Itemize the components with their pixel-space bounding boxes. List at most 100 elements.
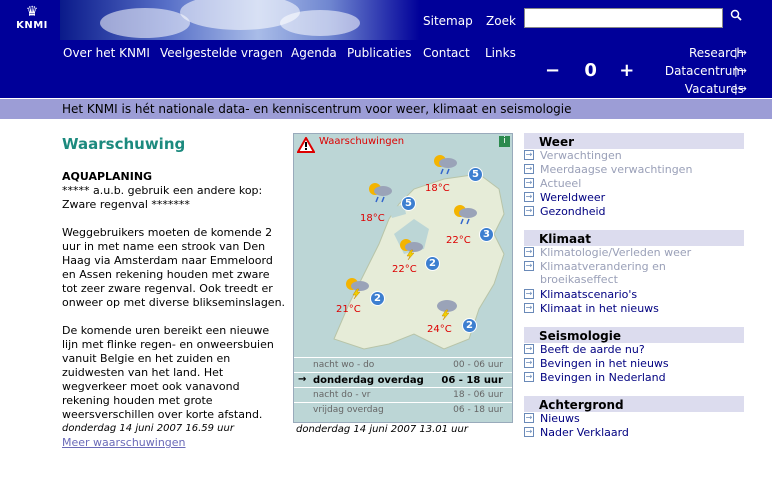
station-temp: 18°C	[360, 213, 385, 224]
warning-level-badge: 5	[468, 167, 483, 182]
header-sky-banner	[60, 0, 420, 40]
zoek-link[interactable]: Zoek	[486, 14, 516, 28]
selected-arrow-icon: →	[298, 374, 307, 385]
nav-veelgestelde-vragen[interactable]: Veelgestelde vragen	[160, 46, 283, 60]
arrow-box-icon: →	[524, 247, 534, 257]
zoom-in-button[interactable]: +	[619, 60, 634, 81]
station-temp: 22°C	[446, 235, 471, 246]
nav-contact[interactable]: Contact	[423, 46, 470, 60]
arrow-box-icon: →	[524, 344, 534, 354]
arrow-right-icon: |→	[734, 82, 747, 95]
nav-publicaties[interactable]: Publicaties	[347, 46, 412, 60]
arrow-right-icon: |→	[734, 46, 747, 59]
warning-article: Waarschuwing AQUAPLANING ***** a.u.b. ge…	[62, 135, 287, 449]
section-weer: Weer → Verwachtingen → Meerdaagse verwacht…	[524, 133, 744, 219]
warning-paragraph-1: Weggebruikers moeten de komende 2 uur in…	[62, 226, 286, 309]
period-day: donderdag overdag	[313, 375, 424, 386]
map-date: donderdag 14 juni 2007 13.01 uur	[296, 424, 468, 435]
section-title: Klimaat	[524, 230, 744, 246]
datacentrum-link[interactable]: Datacentrum	[665, 64, 744, 78]
zoom-out-button[interactable]: −	[545, 60, 560, 81]
tagline: Het KNMI is hét nationale data- en kenni…	[62, 102, 572, 116]
section-achtergrond: Achtergrond → Nieuws → Nader Verklaard	[524, 396, 744, 440]
warning-level-badge: 2	[370, 291, 385, 306]
station-temp: 24°C	[427, 324, 452, 335]
arrow-box-icon: →	[524, 261, 534, 271]
section-klimaat: Klimaat → Klimatologie/Verleden weer → Kli…	[524, 230, 744, 316]
thunderstorm-icon	[343, 275, 369, 299]
sidebar-item-meerdaagse[interactable]: → Meerdaagse verwachtingen	[524, 163, 744, 177]
period-time: 06 - 18 uur	[441, 375, 503, 386]
period-day: nacht wo - do	[313, 360, 375, 370]
nav-over-het-knmi[interactable]: Over het KNMI	[63, 46, 150, 60]
sun-rain-icon	[451, 202, 477, 225]
sidebar-item-gezondheid[interactable]: → Gezondheid	[524, 205, 744, 219]
sidebar-item-bevingen-nieuws[interactable]: → Bevingen in het nieuws	[524, 357, 744, 371]
arrow-box-icon: →	[524, 303, 534, 313]
warning-level-badge: 2	[425, 256, 440, 271]
sidebar-item-klimatologie[interactable]: → Klimatologie/Verleden weer	[524, 246, 744, 260]
warning-level-badge: 2	[462, 318, 477, 333]
sun-rain-icon	[431, 152, 457, 175]
sidebar-item-klimaatverandering[interactable]: → Klimaatverandering en broeikaseffect	[524, 260, 744, 288]
arrow-box-icon: →	[524, 289, 534, 299]
warnings-map[interactable]: Waarschuwingen i 18°C 5 18°C 5 22°C 3 22…	[293, 133, 513, 423]
sidebar-item-beeft-de-aarde[interactable]: → Beeft de aarde nu?	[524, 343, 744, 357]
station-temp: 18°C	[425, 183, 450, 194]
sidebar-item-nader-verklaard[interactable]: → Nader Verklaard	[524, 426, 744, 440]
sidebar-item-nieuws[interactable]: → Nieuws	[524, 412, 744, 426]
logo-text: KNMI	[16, 20, 48, 31]
arrow-box-icon: →	[524, 150, 534, 160]
section-seismologie: Seismologie → Beeft de aarde nu? → Bevinge…	[524, 327, 744, 385]
sidebar-item-wereldweer[interactable]: → Wereldweer	[524, 191, 744, 205]
thunderstorm-icon	[397, 236, 423, 260]
warning-subtitle: ***** a.u.b. gebruik een andere kop: Zwa…	[62, 184, 263, 211]
search-input[interactable]	[524, 8, 723, 28]
sidebar: Weer → Verwachtingen → Meerdaagse verwacht…	[524, 133, 744, 451]
arrow-box-icon: →	[524, 178, 534, 188]
header: ♛ KNMI Sitemap Zoek Over het KNMI Veelge…	[0, 0, 772, 98]
sidebar-item-bevingen-nederland[interactable]: → Bevingen in Nederland	[524, 371, 744, 385]
period-selector: nacht wo - do 00 - 06 uur → donderdag ov…	[294, 357, 512, 417]
arrow-right-icon: |→	[734, 64, 747, 77]
sidebar-item-klimaatscenarios[interactable]: → Klimaatscenario's	[524, 288, 744, 302]
more-warnings-link[interactable]: Meer waarschuwingen	[62, 436, 186, 449]
nav-agenda[interactable]: Agenda	[291, 46, 337, 60]
sitemap-link[interactable]: Sitemap	[423, 14, 473, 28]
warning-level-badge: 3	[479, 227, 494, 242]
info-icon[interactable]: i	[499, 136, 510, 147]
arrow-box-icon: →	[524, 192, 534, 202]
nav-links[interactable]: Links	[485, 46, 516, 60]
section-title: Seismologie	[524, 327, 744, 343]
map-title: Waarschuwingen	[319, 136, 405, 147]
arrow-box-icon: →	[524, 413, 534, 423]
period-time: 00 - 06 uur	[453, 360, 503, 370]
sidebar-item-verwachtingen[interactable]: → Verwachtingen	[524, 149, 744, 163]
arrow-box-icon: →	[524, 372, 534, 382]
warning-date: donderdag 14 juni 2007 16.59 uur	[62, 423, 234, 434]
section-title: Achtergrond	[524, 396, 744, 412]
period-row[interactable]: vrijdag overdag 06 - 18 uur	[294, 402, 512, 417]
sun-rain-icon	[366, 180, 392, 203]
period-row[interactable]: nacht wo - do 00 - 06 uur	[294, 357, 512, 372]
period-time: 06 - 18 uur	[453, 405, 503, 415]
period-row[interactable]: nacht do - vr 18 - 06 uur	[294, 387, 512, 402]
sidebar-item-actueel[interactable]: → Actueel	[524, 177, 744, 191]
period-row-selected[interactable]: → donderdag overdag 06 - 18 uur	[294, 372, 512, 387]
warning-title: AQUAPLANING	[62, 170, 153, 183]
search-icon[interactable]	[730, 9, 744, 25]
knmi-logo[interactable]: ♛ KNMI	[14, 4, 50, 38]
warning-level-badge: 5	[401, 196, 416, 211]
warning-paragraph-2: De komende uren bereikt een nieuwe lijn …	[62, 324, 274, 421]
sidebar-item-klimaat-nieuws[interactable]: → Klimaat in het nieuws	[524, 302, 744, 316]
station-temp: 21°C	[336, 304, 361, 315]
tagline-bar: Het KNMI is hét nationale data- en kenni…	[0, 99, 772, 119]
zoom-level: 0	[584, 60, 597, 81]
station-temp: 22°C	[392, 264, 417, 275]
period-day: nacht do - vr	[313, 390, 371, 400]
zoom-control: − 0 +	[545, 60, 634, 81]
arrow-box-icon: →	[524, 164, 534, 174]
arrow-box-icon: →	[524, 206, 534, 216]
arrow-box-icon: →	[524, 427, 534, 437]
crown-icon: ♛	[25, 4, 39, 20]
